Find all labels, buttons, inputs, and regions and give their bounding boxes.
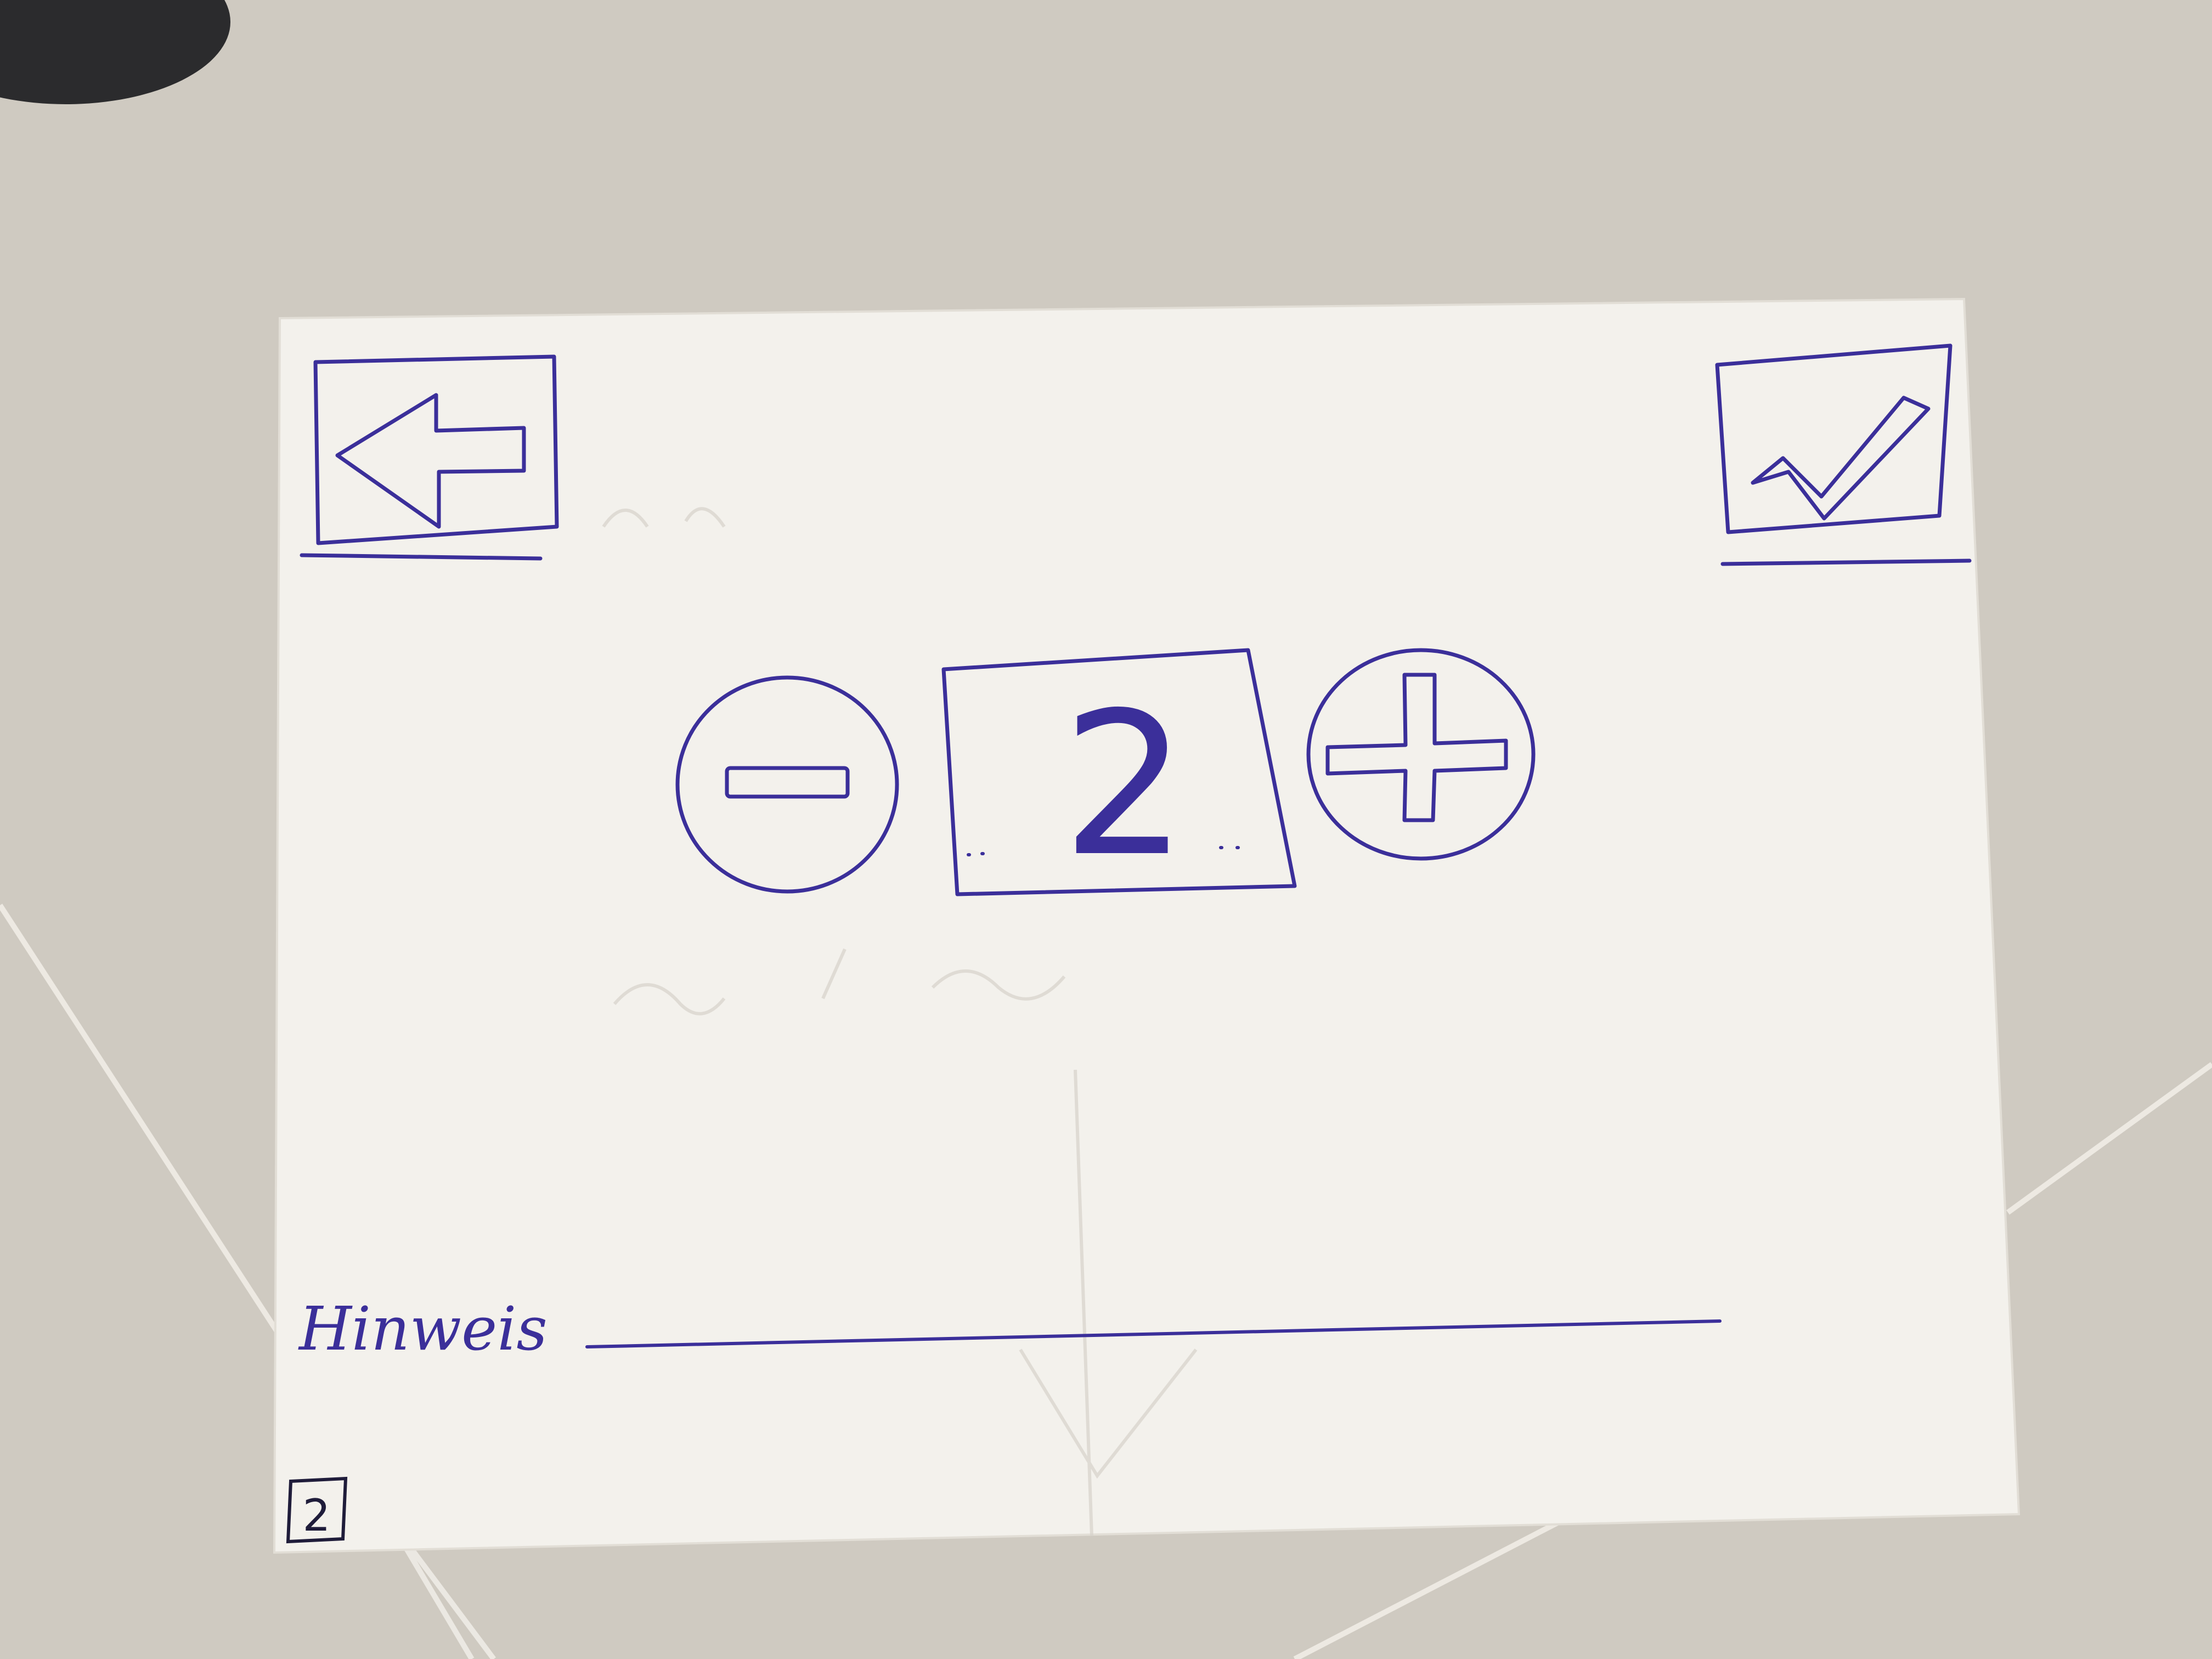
paper-sheet: [273, 297, 2021, 1554]
quantity-value: 2: [1062, 670, 1187, 900]
photo-scene: 2 Hinweis 2: [0, 0, 2212, 1659]
page-number: 2: [303, 1490, 331, 1541]
note-label: Hinweis: [298, 1294, 548, 1364]
